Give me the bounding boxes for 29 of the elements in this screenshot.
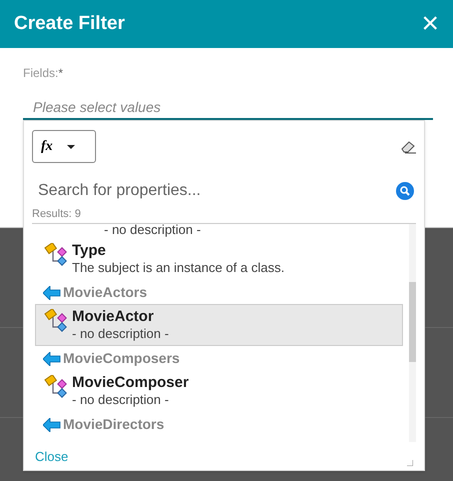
group-heading: MovieActors	[63, 283, 148, 302]
property-item[interactable]: MovieComposer - no description -	[35, 370, 403, 412]
function-dropdown[interactable]: fx	[32, 130, 96, 163]
caret-icon	[66, 144, 75, 148]
search-icon[interactable]	[396, 182, 414, 200]
scrollbar[interactable]	[409, 224, 416, 442]
fields-label: Fields:	[23, 65, 58, 82]
property-item[interactable]: Type The subject is an instance of a class.	[35, 238, 403, 280]
results-count: Results: 9	[31, 207, 82, 222]
property-description: - no description -	[72, 326, 169, 342]
required-mark: *	[58, 65, 64, 82]
dialog-title: Create Filter	[14, 12, 125, 36]
eraser-icon[interactable]	[400, 140, 416, 154]
left-arrow-icon	[43, 286, 61, 300]
left-arrow-icon	[43, 418, 61, 432]
property-name: MovieActor	[72, 308, 155, 326]
close-button[interactable]: ×	[421, 9, 439, 39]
property-item[interactable]: MovieActor - no description -	[35, 304, 403, 346]
property-description: - no description -	[103, 224, 202, 238]
property-name: Type	[72, 242, 107, 260]
resize-handle-icon[interactable]	[407, 460, 413, 466]
property-description: The subject is an instance of a class.	[72, 260, 284, 276]
group-heading: MovieDirectors	[63, 415, 164, 434]
search-field[interactable]: Search for properties...	[32, 176, 396, 206]
property-description: - no description -	[72, 392, 170, 408]
group-heading: MovieComposers	[63, 349, 180, 368]
left-arrow-icon	[43, 352, 61, 366]
scrollbar-thumb[interactable]	[409, 282, 416, 362]
property-name: MovieComposer	[72, 374, 189, 392]
